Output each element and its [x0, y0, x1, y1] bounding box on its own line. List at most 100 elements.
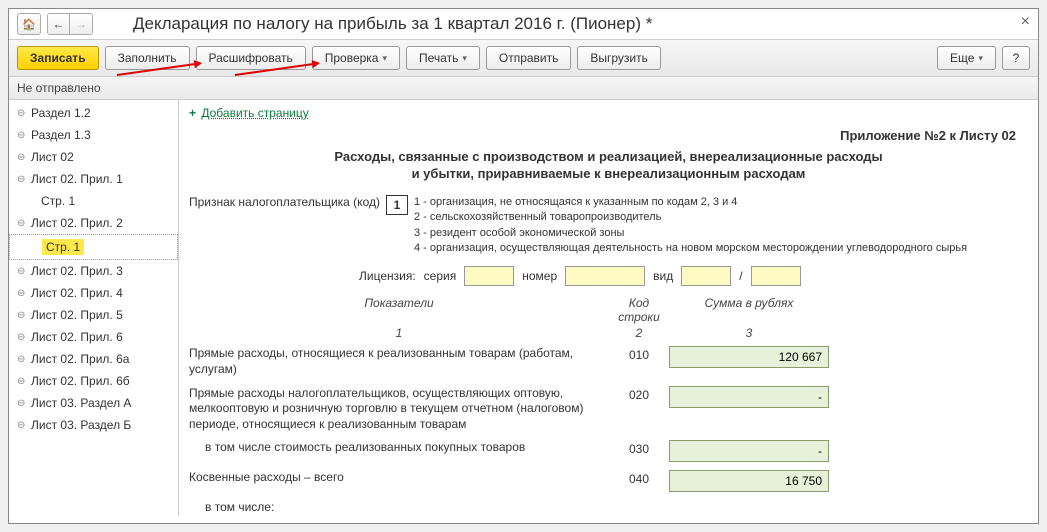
- sidebar-item-label: Лист 03. Раздел Б: [31, 418, 131, 432]
- tree-marker-icon: ⊖: [17, 108, 27, 119]
- nav-group: ← →: [47, 13, 93, 35]
- sidebar-item-label: Раздел 1.3: [31, 128, 91, 142]
- sidebar-item[interactable]: ⊖ Лист 02. Прил. 5: [9, 304, 178, 326]
- document-title: Расходы, связанные с производством и реа…: [209, 149, 1008, 183]
- titlebar: 🏠 ← → Декларация по налогу на прибыль за…: [9, 9, 1038, 40]
- chevron-down-icon: ▾: [978, 53, 983, 64]
- row-code: 030: [609, 440, 669, 456]
- license-number-input[interactable]: [565, 266, 645, 286]
- sidebar-item-label: Раздел 1.2: [31, 106, 91, 120]
- sidebar-item-label: Стр. 1: [42, 239, 84, 255]
- print-button[interactable]: Печать▾: [406, 46, 480, 70]
- sidebar-item[interactable]: ⊖ Лист 02. Прил. 2: [9, 212, 178, 234]
- decode-button[interactable]: Расшифровать: [196, 46, 306, 70]
- main-content[interactable]: + Добавить страницу Приложение №2 к Лист…: [179, 100, 1038, 516]
- tree-marker-icon: ⊖: [17, 266, 27, 277]
- row-description: Косвенные расходы – всего: [189, 470, 609, 486]
- data-row: Прямые расходы налогоплательщиков, осуще…: [189, 386, 1028, 433]
- sidebar-item[interactable]: ⊖ Лист 02. Прил. 3: [9, 260, 178, 282]
- license-extra-input[interactable]: [751, 266, 801, 286]
- sidebar-item-label: Лист 02: [31, 150, 74, 164]
- sidebar-item[interactable]: Стр. 1: [9, 234, 178, 260]
- column-headers: Показатели Код строки Сумма в рублях: [189, 296, 1028, 324]
- sidebar-item-label: Лист 02. Прил. 6а: [31, 352, 129, 366]
- row-code: 020: [609, 386, 669, 402]
- sidebar-item[interactable]: ⊖ Лист 02. Прил. 1: [9, 168, 178, 190]
- sidebar-item-label: Лист 02. Прил. 6б: [31, 374, 130, 388]
- sidebar-item[interactable]: ⊖ Лист 03. Раздел А: [9, 392, 178, 414]
- chevron-down-icon: ▾: [382, 53, 387, 64]
- row-value-input[interactable]: [669, 470, 829, 492]
- data-rows: Прямые расходы, относящиеся к реализован…: [189, 346, 1028, 516]
- sidebar-item-label: Лист 02. Прил. 2: [31, 216, 123, 230]
- sidebar-item[interactable]: ⊖ Лист 02: [9, 146, 178, 168]
- sidebar-item-label: Лист 02. Прил. 5: [31, 308, 123, 322]
- check-button[interactable]: Проверка▾: [312, 46, 400, 70]
- tree-marker-icon: ⊖: [17, 152, 27, 163]
- status-bar: Не отправлено: [9, 77, 1038, 100]
- taxpayer-label: Признак налогоплательщика (код): [189, 195, 380, 209]
- license-type-input[interactable]: [681, 266, 731, 286]
- tree-marker-icon: ⊖: [17, 420, 27, 431]
- license-series-input[interactable]: [464, 266, 514, 286]
- back-button[interactable]: ←: [48, 14, 70, 34]
- sidebar-item[interactable]: ⊖ Раздел 1.3: [9, 124, 178, 146]
- row-description: в том числе стоимость реализованных поку…: [189, 440, 609, 456]
- sidebar-item-label: Лист 03. Раздел А: [31, 396, 131, 410]
- column-numbers: 1 2 3: [189, 326, 1028, 340]
- tree-marker-icon: ⊖: [17, 218, 27, 229]
- more-button[interactable]: Еще▾: [937, 46, 996, 70]
- appendix-title: Приложение №2 к Листу 02: [189, 128, 1016, 143]
- sidebar-item[interactable]: Стр. 1: [9, 190, 178, 212]
- chevron-down-icon: ▾: [462, 53, 467, 64]
- tree-marker-icon: ⊖: [17, 310, 27, 321]
- row-value-input[interactable]: [669, 386, 829, 408]
- sidebar[interactable]: ⊖Раздел 1.2⊖Раздел 1.3⊖Лист 02⊖Лист 02. …: [9, 100, 179, 516]
- help-button[interactable]: ?: [1002, 46, 1030, 70]
- tree-marker-icon: ⊖: [17, 174, 27, 185]
- data-row: Косвенные расходы – всего040: [189, 470, 1028, 492]
- sidebar-item-label: Лист 02. Прил. 6: [31, 330, 123, 344]
- sidebar-item[interactable]: ⊖ Лист 02. Прил. 6б: [9, 370, 178, 392]
- sidebar-item[interactable]: ⊖Лист 02. Прил. 6а: [9, 348, 178, 370]
- sidebar-item-label: Лист 02. Прил. 3: [31, 264, 123, 278]
- row-description: Прямые расходы налогоплательщиков, осуще…: [189, 386, 609, 433]
- sidebar-item[interactable]: ⊖ Лист 02. Прил. 6: [9, 326, 178, 348]
- sidebar-item-label: Лист 02. Прил. 1: [31, 172, 123, 186]
- row-value-cell: [669, 386, 829, 408]
- row-value-cell: [669, 440, 829, 462]
- row-value-input[interactable]: [669, 440, 829, 462]
- sidebar-item[interactable]: ⊖Лист 02. Прил. 4: [9, 282, 178, 304]
- row-code: 040: [609, 470, 669, 486]
- row-value-cell: [669, 470, 829, 492]
- tree-marker-icon: ⊖: [17, 130, 27, 141]
- close-icon[interactable]: ×: [1021, 13, 1030, 31]
- data-row: Прямые расходы, относящиеся к реализован…: [189, 346, 1028, 377]
- tree-marker-icon: ⊖: [17, 398, 27, 409]
- sidebar-item[interactable]: ⊖ Раздел 1.2: [9, 102, 178, 124]
- upload-button[interactable]: Выгрузить: [577, 46, 661, 70]
- taxpayer-code-box[interactable]: 1: [386, 195, 408, 215]
- row-value-cell: [669, 346, 829, 368]
- sidebar-item[interactable]: ⊖ Лист 03. Раздел Б: [9, 414, 178, 436]
- sidebar-item-label: Лист 02. Прил. 4: [31, 286, 123, 300]
- page-title: Декларация по налогу на прибыль за 1 ква…: [133, 14, 1030, 34]
- write-button[interactable]: Записать: [17, 46, 99, 70]
- row-code: [609, 500, 669, 502]
- data-row: в том числе:: [189, 500, 1028, 516]
- tree-marker-icon: ⊖: [17, 332, 27, 343]
- tree-marker-icon: ⊖: [17, 376, 27, 387]
- home-button[interactable]: 🏠: [17, 13, 41, 35]
- forward-button[interactable]: →: [70, 14, 92, 34]
- app-window: 🏠 ← → Декларация по налогу на прибыль за…: [8, 8, 1039, 524]
- row-value-input[interactable]: [669, 346, 829, 368]
- row-description: в том числе:: [189, 500, 609, 516]
- send-button[interactable]: Отправить: [486, 46, 572, 70]
- body: ⊖Раздел 1.2⊖Раздел 1.3⊖Лист 02⊖Лист 02. …: [9, 100, 1038, 516]
- add-page-link[interactable]: Добавить страницу: [201, 106, 308, 120]
- plus-icon: +: [189, 106, 196, 120]
- row-description: Прямые расходы, относящиеся к реализован…: [189, 346, 609, 377]
- toolbar: Записать Заполнить Расшифровать Проверка…: [9, 40, 1038, 77]
- fill-button[interactable]: Заполнить: [105, 46, 190, 70]
- license-row: Лицензия: серия номер вид /: [359, 266, 1028, 286]
